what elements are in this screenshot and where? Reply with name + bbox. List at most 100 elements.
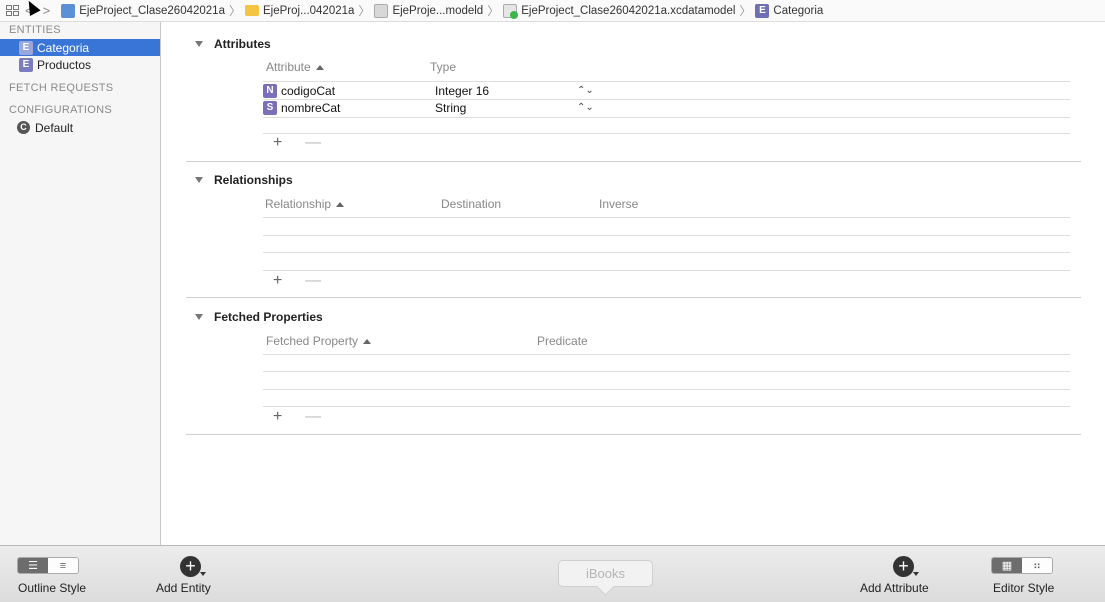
sidebar-item-label: Categoria <box>37 40 90 55</box>
sort-ascending-icon <box>315 65 324 71</box>
chevron-right-icon: 〉 <box>228 4 241 18</box>
sidebar-item-categoria[interactable]: E Categoria <box>0 39 160 56</box>
model-bundle-icon <box>374 3 389 18</box>
crumb-project[interactable]: EjeProject_Clase26042021a <box>61 3 225 18</box>
add-fetched-property-plus-button[interactable]: + <box>273 408 282 426</box>
section-divider <box>186 297 1081 298</box>
divider <box>263 81 1070 82</box>
divider <box>263 217 1070 218</box>
sidebar-item-label: Productos <box>37 57 92 72</box>
relationship-column-label: Relationship <box>265 197 332 211</box>
add-relationship-plus-button[interactable]: + <box>273 272 282 290</box>
divider <box>263 371 1070 372</box>
crumb-xcdatamodel-label: EjeProject_Clase26042021a.xcdatamodel <box>521 4 736 17</box>
editor-style-label: Editor Style <box>993 581 1055 595</box>
table-row[interactable]: S nombreCat String ⌃⌄ <box>263 100 1070 116</box>
add-entity-plus-icon[interactable]: + <box>180 556 206 577</box>
add-attribute-plus-icon[interactable]: + <box>893 556 919 577</box>
entity-icon: E <box>19 57 33 72</box>
divider <box>263 389 1070 390</box>
divider <box>263 406 1070 407</box>
sort-ascending-icon <box>336 202 345 208</box>
divider <box>263 133 1070 134</box>
configuration-icon: C <box>17 121 30 134</box>
attribute-name[interactable]: codigoCat <box>281 84 431 98</box>
string-type-icon: S <box>263 101 277 115</box>
folder-icon <box>244 5 259 16</box>
relationships-section-header[interactable]: Relationships <box>195 173 293 187</box>
divider <box>263 252 1070 253</box>
chevron-up-down-icon[interactable]: ⌃⌄ <box>577 86 594 96</box>
crumb-model-bundle-label: EjeProje...modeld <box>392 4 484 17</box>
section-divider <box>186 434 1081 435</box>
attribute-type[interactable]: Integer 16 <box>435 84 489 98</box>
divider <box>263 354 1070 355</box>
attribute-column-header[interactable]: Attribute <box>266 60 324 74</box>
crumb-entity-label: Categoria <box>773 4 824 17</box>
outline-style-segmented-control[interactable]: ☰ ≡ <box>17 557 79 574</box>
crumb-entity[interactable]: E Categoria <box>755 3 824 18</box>
attributes-title: Attributes <box>214 37 271 51</box>
remove-relationship-button[interactable]: — <box>305 272 321 290</box>
chevron-up-down-icon[interactable]: ⌃⌄ <box>577 103 594 113</box>
entity-editor: Attributes Attribute Type N codigoCat In… <box>161 22 1105 545</box>
chevron-right-icon: 〉 <box>358 4 371 18</box>
type-column-header[interactable]: Type <box>430 60 456 74</box>
number-type-icon: N <box>263 84 277 98</box>
attribute-column-label: Attribute <box>266 60 311 74</box>
chevron-right-icon: 〉 <box>739 4 752 18</box>
outline-list-icon[interactable]: ☰ <box>18 558 48 573</box>
fetched-property-column-label: Fetched Property <box>266 334 359 348</box>
fetch-requests-header: FETCH REQUESTS <box>9 82 114 94</box>
chevron-right-icon: 〉 <box>487 4 500 18</box>
relationships-title: Relationships <box>214 173 293 187</box>
disclosure-triangle-icon[interactable] <box>195 314 203 320</box>
remove-fetched-property-button[interactable]: — <box>305 408 321 426</box>
project-icon <box>61 3 76 18</box>
add-attribute-plus-button[interactable]: + <box>273 134 282 152</box>
add-attribute-label: Add Attribute <box>860 581 929 595</box>
ibooks-popover: iBooks <box>558 560 653 587</box>
outline-hierarchy-icon[interactable]: ≡ <box>48 558 78 573</box>
remove-attribute-button[interactable]: — <box>305 134 321 152</box>
table-row[interactable]: N codigoCat Integer 16 ⌃⌄ <box>263 83 1070 99</box>
outline-style-label: Outline Style <box>18 581 87 595</box>
crumb-project-label: EjeProject_Clase26042021a <box>79 4 225 17</box>
entity-icon: E <box>755 3 770 18</box>
inverse-column-header[interactable]: Inverse <box>599 197 638 211</box>
sort-ascending-icon <box>363 339 372 345</box>
relationship-column-header[interactable]: Relationship <box>265 197 345 211</box>
divider <box>263 270 1070 271</box>
entities-header: ENTITIES <box>9 24 61 36</box>
table-style-icon[interactable]: ▦ <box>992 558 1022 573</box>
configurations-header: CONFIGURATIONS <box>9 104 112 116</box>
related-items-grid-icon[interactable] <box>6 4 20 17</box>
crumb-folder[interactable]: EjeProj...042021a <box>244 5 354 17</box>
bottom-toolbar: ☰ ≡ Outline Style + Add Entity iBooks + … <box>0 545 1105 602</box>
entity-outline-sidebar: ENTITIES E Categoria E Productos FETCH R… <box>0 22 161 545</box>
graph-style-icon[interactable]: ⠶ <box>1022 558 1052 573</box>
disclosure-triangle-icon[interactable] <box>195 177 203 183</box>
disclosure-triangle-icon[interactable] <box>195 41 203 47</box>
predicate-column-header[interactable]: Predicate <box>537 334 588 348</box>
attributes-section-header[interactable]: Attributes <box>195 37 271 51</box>
xcdatamodel-icon <box>503 3 519 19</box>
section-divider <box>186 161 1081 162</box>
divider <box>263 117 1070 118</box>
sidebar-item-productos[interactable]: E Productos <box>0 56 160 73</box>
add-entity-label: Add Entity <box>156 581 211 595</box>
editor-style-segmented-control[interactable]: ▦ ⠶ <box>991 557 1053 574</box>
divider <box>263 235 1070 236</box>
ibooks-label: iBooks <box>585 566 626 581</box>
jump-bar: < > EjeProject_Clase26042021a 〉 EjeProj.… <box>0 0 1105 22</box>
fetched-properties-section-header[interactable]: Fetched Properties <box>195 310 323 324</box>
fetched-property-column-header[interactable]: Fetched Property <box>266 334 372 348</box>
crumb-xcdatamodel[interactable]: EjeProject_Clase26042021a.xcdatamodel <box>503 3 736 19</box>
fetched-properties-title: Fetched Properties <box>214 310 323 324</box>
destination-column-header[interactable]: Destination <box>441 197 501 211</box>
sidebar-item-default-configuration[interactable]: C Default <box>0 119 160 136</box>
crumb-model-bundle[interactable]: EjeProje...modeld <box>374 3 484 18</box>
entity-icon: E <box>19 40 33 55</box>
attribute-name[interactable]: nombreCat <box>281 101 431 115</box>
attribute-type[interactable]: String <box>435 101 466 115</box>
